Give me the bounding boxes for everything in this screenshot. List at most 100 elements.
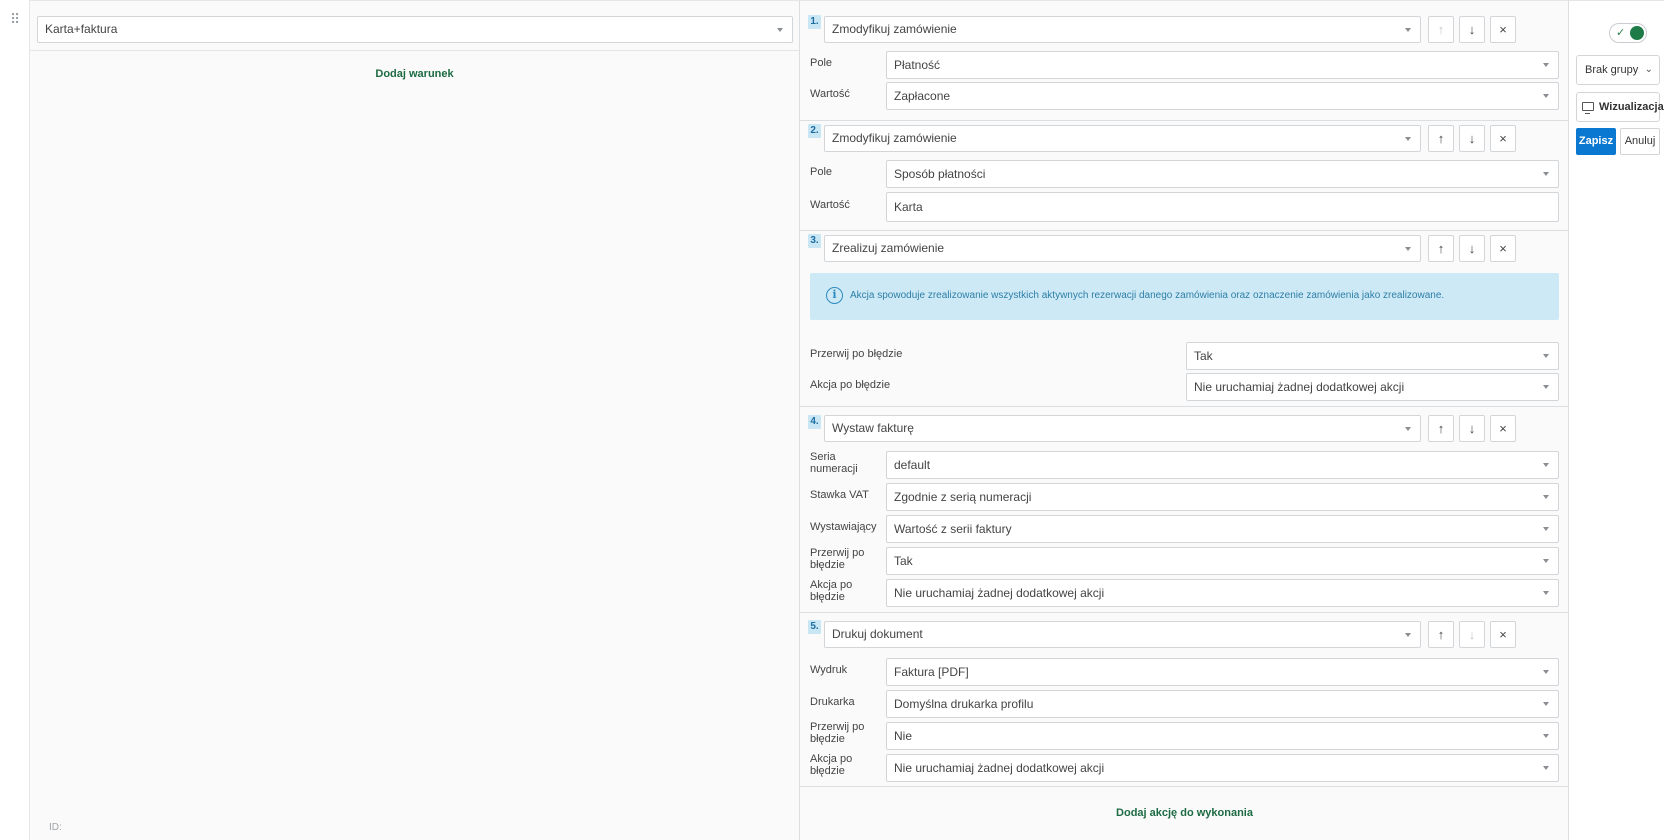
field-label: Pole	[810, 57, 833, 69]
field-value: Zgodnie z serią numeracji	[894, 490, 1032, 504]
caret-down-icon	[1543, 559, 1549, 563]
group-select[interactable]: Brak grupy ⌄	[1576, 55, 1660, 85]
arrow-up-icon: ↑	[1437, 421, 1445, 436]
arrow-down-icon: ↓	[1468, 627, 1476, 642]
action-type-select[interactable]: Drukuj dokument	[824, 621, 1421, 648]
save-button[interactable]: Zapisz	[1576, 128, 1616, 155]
value-input[interactable]: Karta	[886, 192, 1559, 222]
field-select[interactable]: Sposób płatności	[886, 160, 1559, 188]
field-label-line2: numeracji	[810, 463, 858, 475]
remove-action-button[interactable]: ×	[1490, 125, 1516, 152]
close-icon: ×	[1499, 627, 1507, 642]
move-down-button[interactable]: ↓	[1459, 16, 1485, 43]
field-label: Wartość	[810, 199, 850, 211]
field-label: Przerwij po błędzie	[810, 547, 864, 571]
field-value: Domyślna drukarka profilu	[894, 697, 1034, 711]
caret-down-icon	[1543, 670, 1549, 674]
step-number-badge: 5.	[808, 620, 821, 634]
field-label-line1: Przerwij po	[810, 547, 865, 559]
field-select[interactable]: Nie	[886, 722, 1559, 750]
field-label: Stawka VAT	[810, 489, 869, 501]
action-type-value: Zmodyfikuj zamówienie	[832, 131, 957, 145]
move-down-button[interactable]: ↓	[1459, 415, 1485, 442]
field-select[interactable]: Wartość z serii faktury	[886, 515, 1559, 543]
field-label-line2: błędzie	[810, 591, 845, 603]
arrow-down-icon: ↓	[1468, 421, 1476, 436]
field-value: Nie uruchamiaj żadnej dodatkowej akcji	[1194, 380, 1405, 394]
remove-action-button[interactable]: ×	[1490, 415, 1516, 442]
field-label: Pole	[810, 166, 833, 178]
action-type-value: Zmodyfikuj zamówienie	[832, 22, 957, 36]
action-type-select[interactable]: Zmodyfikuj zamówienie	[824, 16, 1421, 43]
drag-handle-icon[interactable]: ⠿	[10, 12, 20, 26]
rule-sidebar: ✓ Brak grupy ⌄ Wizualizacja Zapisz Anulu…	[1569, 0, 1664, 840]
field-select[interactable]: Tak	[1186, 342, 1559, 370]
move-up-button[interactable]: ↑	[1428, 125, 1454, 152]
move-up-button[interactable]: ↑	[1428, 16, 1454, 43]
caret-down-icon	[1543, 702, 1549, 706]
add-action-link[interactable]: Dodaj akcję do wykonania	[800, 807, 1569, 819]
action-type-value: Wystaw fakturę	[832, 421, 914, 435]
close-icon: ×	[1499, 131, 1507, 146]
move-up-button[interactable]: ↑	[1428, 621, 1454, 648]
field-value: Zapłacone	[894, 89, 951, 103]
field-select[interactable]: Zgodnie z serią numeracji	[886, 483, 1559, 511]
caret-down-icon	[1543, 463, 1549, 467]
action-type-select[interactable]: Zrealizuj zamówienie	[824, 235, 1421, 262]
arrow-up-icon: ↑	[1437, 627, 1445, 642]
field-value: Faktura [PDF]	[894, 665, 969, 679]
step-number-badge: 4.	[808, 415, 821, 429]
field-select[interactable]: Zapłacone	[886, 82, 1559, 110]
add-condition-link[interactable]: Dodaj warunek	[30, 68, 799, 80]
field-select[interactable]: Płatność	[886, 51, 1559, 79]
caret-down-icon	[1405, 136, 1411, 141]
condition-select-value: Karta+faktura	[45, 22, 118, 36]
field-select[interactable]: Domyślna drukarka profilu	[886, 690, 1559, 718]
check-icon: ✓	[1616, 27, 1626, 39]
field-select[interactable]: default	[886, 451, 1559, 479]
move-up-button[interactable]: ↑	[1428, 235, 1454, 262]
field-select[interactable]: Nie uruchamiaj żadnej dodatkowej akcji	[886, 754, 1559, 782]
actions-panel: 1. Zmodyfikuj zamówienie ↑ ↓ × Pole Płat…	[800, 0, 1569, 840]
info-alert: i Akcja spowoduje zrealizowanie wszystki…	[810, 273, 1559, 320]
close-icon: ×	[1499, 241, 1507, 256]
visualization-button[interactable]: Wizualizacja	[1576, 92, 1664, 122]
caret-down-icon	[1543, 385, 1549, 389]
move-down-button[interactable]: ↓	[1459, 621, 1485, 648]
remove-action-button[interactable]: ×	[1490, 16, 1516, 43]
field-select[interactable]: Tak	[886, 547, 1559, 575]
action-type-select[interactable]: Wystaw fakturę	[824, 415, 1421, 442]
condition-select[interactable]: Karta+faktura	[37, 16, 793, 43]
arrow-up-icon: ↑	[1437, 241, 1445, 256]
remove-action-button[interactable]: ×	[1490, 235, 1516, 262]
visualization-label: Wizualizacja	[1599, 101, 1664, 113]
cancel-button[interactable]: Anuluj	[1620, 128, 1660, 155]
field-label: Wydruk	[810, 664, 848, 676]
field-label: Akcja po błędzie	[810, 753, 852, 777]
move-down-button[interactable]: ↓	[1459, 235, 1485, 262]
info-text: Akcja spowoduje zrealizowanie wszystkich…	[850, 290, 1445, 301]
caret-down-icon	[1543, 94, 1549, 98]
move-down-button[interactable]: ↓	[1459, 125, 1485, 152]
field-value: Płatność	[894, 58, 941, 72]
field-select[interactable]: Faktura [PDF]	[886, 658, 1559, 686]
active-toggle[interactable]: ✓	[1609, 23, 1647, 43]
remove-action-button[interactable]: ×	[1490, 621, 1516, 648]
step-number-badge: 2.	[808, 124, 821, 138]
caret-down-icon	[1543, 766, 1549, 770]
divider	[30, 50, 799, 51]
field-value: Nie uruchamiaj żadnej dodatkowej akcji	[894, 761, 1105, 775]
field-value: Sposób płatności	[894, 167, 986, 181]
field-select[interactable]: Nie uruchamiaj żadnej dodatkowej akcji	[886, 579, 1559, 607]
move-up-button[interactable]: ↑	[1428, 415, 1454, 442]
arrow-up-icon: ↑	[1437, 131, 1445, 146]
action-type-select[interactable]: Zmodyfikuj zamówienie	[824, 125, 1421, 152]
action-type-value: Zrealizuj zamówienie	[832, 241, 945, 255]
field-value: Nie uruchamiaj żadnej dodatkowej akcji	[894, 586, 1105, 600]
field-label: Przerwij po błędzie	[810, 721, 864, 745]
field-select[interactable]: Nie uruchamiaj żadnej dodatkowej akcji	[1186, 373, 1559, 401]
field-value: Tak	[1194, 349, 1213, 363]
action-block-4: 4. Wystaw fakturę ↑ ↓ × Seria numeracji d…	[800, 407, 1569, 613]
step-number-badge: 3.	[808, 234, 821, 248]
caret-down-icon	[1405, 426, 1411, 431]
